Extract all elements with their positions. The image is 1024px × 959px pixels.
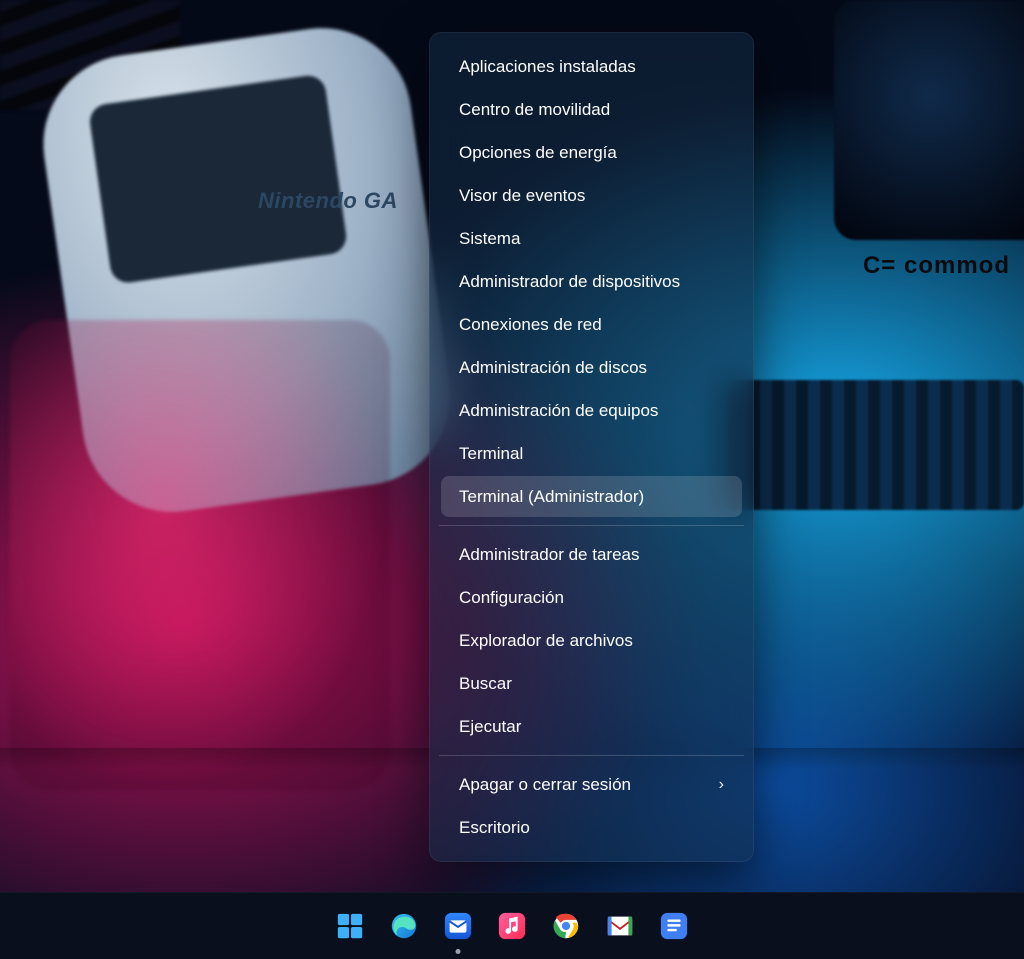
- menu-item[interactable]: Configuración: [441, 577, 742, 618]
- menu-item-label: Explorador de archivos: [459, 620, 633, 661]
- menu-item[interactable]: Escritorio: [441, 807, 742, 848]
- menu-item[interactable]: Administración de equipos: [441, 390, 742, 431]
- menu-item-label: Administrador de dispositivos: [459, 261, 680, 302]
- running-indicator: [456, 949, 461, 954]
- menu-item-label: Ejecutar: [459, 706, 521, 747]
- gmail-icon[interactable]: [600, 906, 640, 946]
- menu-item-label: Administrador de tareas: [459, 534, 639, 575]
- menu-separator: [439, 525, 744, 526]
- menu-item[interactable]: Sistema: [441, 218, 742, 259]
- menu-item[interactable]: Buscar: [441, 663, 742, 704]
- menu-item-label: Escritorio: [459, 807, 530, 848]
- edge-icon[interactable]: [384, 906, 424, 946]
- menu-item-label: Centro de movilidad: [459, 89, 610, 130]
- menu-item[interactable]: Centro de movilidad: [441, 89, 742, 130]
- menu-item-label: Terminal (Administrador): [459, 476, 644, 517]
- menu-item[interactable]: Aplicaciones instaladas: [441, 46, 742, 87]
- menu-item[interactable]: Ejecutar: [441, 706, 742, 747]
- menu-item-label: Administración de equipos: [459, 390, 658, 431]
- menu-item[interactable]: Administración de discos: [441, 347, 742, 388]
- menu-item-label: Sistema: [459, 218, 520, 259]
- docs-icon[interactable]: [654, 906, 694, 946]
- wallpaper-logo-text: C= commod: [863, 252, 1010, 280]
- wallpaper-decor: [724, 380, 1024, 510]
- menu-item-label: Configuración: [459, 577, 564, 618]
- menu-item[interactable]: Administrador de tareas: [441, 534, 742, 575]
- menu-item-label: Opciones de energía: [459, 132, 617, 173]
- start-context-menu: Aplicaciones instaladasCentro de movilid…: [429, 32, 754, 862]
- menu-item[interactable]: Terminal (Administrador): [441, 476, 742, 517]
- menu-item[interactable]: Terminal: [441, 433, 742, 474]
- menu-item[interactable]: Apagar o cerrar sesión ›: [441, 764, 742, 805]
- menu-item-label: Administración de discos: [459, 347, 647, 388]
- start-icon[interactable]: [330, 906, 370, 946]
- wallpaper-decor: [10, 320, 390, 790]
- wallpaper-decor: [834, 0, 1024, 240]
- menu-item[interactable]: Explorador de archivos: [441, 620, 742, 661]
- menu-item-label: Terminal: [459, 433, 523, 474]
- chrome-icon[interactable]: [546, 906, 586, 946]
- menu-item-label: Buscar: [459, 663, 512, 704]
- menu-item[interactable]: Opciones de energía: [441, 132, 742, 173]
- menu-separator: [439, 755, 744, 756]
- menu-item[interactable]: Conexiones de red: [441, 304, 742, 345]
- menu-item[interactable]: Administrador de dispositivos: [441, 261, 742, 302]
- wallpaper-brand-text: Nintendo GA: [258, 188, 398, 214]
- mail-icon[interactable]: [438, 906, 478, 946]
- menu-item-label: Apagar o cerrar sesión: [459, 764, 631, 805]
- menu-item-label: Visor de eventos: [459, 175, 585, 216]
- menu-item-label: Aplicaciones instaladas: [459, 46, 636, 87]
- menu-item-label: Conexiones de red: [459, 304, 602, 345]
- music-icon[interactable]: [492, 906, 532, 946]
- menu-item[interactable]: Visor de eventos: [441, 175, 742, 216]
- chevron-right-icon: ›: [719, 764, 724, 805]
- taskbar: [0, 892, 1024, 959]
